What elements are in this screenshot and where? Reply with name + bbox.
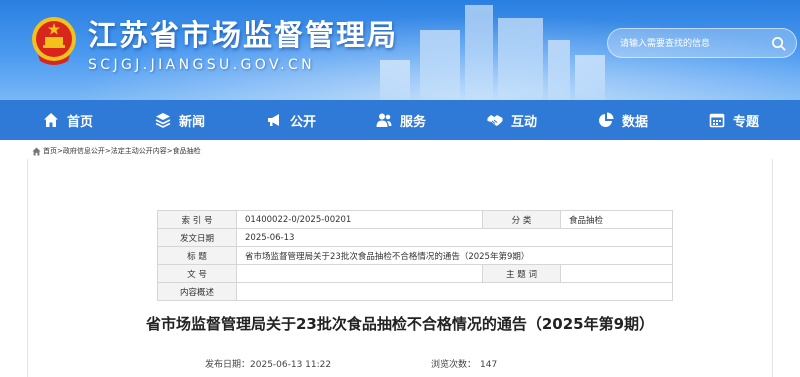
search-input[interactable]: [620, 35, 760, 52]
table-row: 发文日期 2025-06-13: [157, 228, 673, 247]
nav-item-topics[interactable]: 专题: [709, 100, 759, 140]
search-icon[interactable]: [771, 36, 786, 51]
national-emblem-icon: [32, 17, 76, 65]
nav-label: 数据: [622, 114, 649, 130]
calendar-icon: [709, 113, 725, 128]
people-icon: [376, 113, 392, 127]
header-building: [575, 55, 605, 100]
breadcrumb-path[interactable]: 首页>政府信息公开>法定主动公开内容>食品抽检: [43, 146, 201, 156]
title-value: 省市场监督管理局关于23批次食品抽检不合格情况的通告（2025年第9期）: [236, 246, 673, 265]
site-title: 江苏省市场监督管理局: [88, 18, 399, 52]
layers-icon: [155, 113, 171, 128]
view-count: 浏览次数： 147: [431, 357, 497, 370]
category-value: 食品抽检: [560, 210, 673, 229]
nav-item-public[interactable]: 公开: [266, 100, 316, 140]
nav-item-service[interactable]: 服务: [376, 100, 426, 140]
keywords-label: 主 题 词: [482, 264, 561, 283]
docno-value: [236, 264, 483, 283]
site-domain: SCJGJ.JIANGSU.GOV.CN: [88, 57, 316, 73]
docno-label: 文 号: [157, 264, 237, 283]
main-nav: 首页 新闻 公开 服务 互动 数据 专题: [0, 100, 800, 140]
publish-date: 发布日期：2025-06-13 11:22: [205, 357, 331, 370]
handshake-icon: [487, 115, 503, 126]
nav-label: 服务: [400, 114, 427, 130]
nav-item-interact[interactable]: 互动: [487, 100, 537, 140]
nav-item-data[interactable]: 数据: [598, 100, 648, 140]
nav-item-home[interactable]: 首页: [43, 100, 93, 140]
title-label: 标 题: [157, 246, 237, 265]
breadcrumb: 首页>政府信息公开>法定主动公开内容>食品抽检: [32, 145, 201, 157]
index-label: 索 引 号: [157, 210, 237, 229]
article-title: 省市场监督管理局关于23批次食品抽检不合格情况的通告（2025年第9期）: [145, 315, 655, 333]
pie-chart-icon: [599, 112, 614, 127]
header-building: [465, 5, 493, 100]
document-info-table: 索 引 号 01400022-0/2025-00201 分 类 食品抽检 发文日…: [157, 210, 673, 301]
publish-label: 发布日期：: [205, 360, 251, 370]
header-building: [420, 30, 460, 100]
megaphone-icon: [268, 114, 279, 126]
header-building: [548, 40, 570, 100]
nav-label: 首页: [67, 114, 94, 130]
summary-value: [236, 282, 673, 301]
nav-label: 新闻: [179, 114, 206, 130]
nav-label: 互动: [511, 114, 538, 130]
search-box[interactable]: [607, 28, 797, 58]
index-value: 01400022-0/2025-00201: [236, 210, 483, 229]
date-value: 2025-06-13: [236, 228, 673, 247]
nav-item-news[interactable]: 新闻: [155, 100, 205, 140]
table-row: 内容概述: [157, 282, 673, 301]
table-row: 文 号 主 题 词: [157, 264, 673, 283]
date-label: 发文日期: [157, 228, 237, 247]
views-value: 147: [480, 360, 498, 370]
home-icon: [32, 146, 41, 156]
category-label: 分 类: [482, 210, 561, 229]
keywords-value: [560, 264, 673, 283]
nav-label: 公开: [290, 114, 317, 130]
home-icon: [44, 113, 58, 127]
header-building: [498, 18, 543, 100]
views-label: 浏览次数：: [431, 360, 477, 370]
summary-label: 内容概述: [157, 282, 237, 301]
table-row: 索 引 号 01400022-0/2025-00201 分 类 食品抽检: [157, 210, 673, 229]
table-row: 标 题 省市场监督管理局关于23批次食品抽检不合格情况的通告（2025年第9期）: [157, 246, 673, 265]
publish-value: 2025-06-13 11:22: [250, 360, 332, 370]
nav-label: 专题: [733, 114, 760, 130]
site-header: 江苏省市场监督管理局 SCJGJ.JIANGSU.GOV.CN: [0, 0, 800, 100]
header-building: [380, 60, 410, 100]
